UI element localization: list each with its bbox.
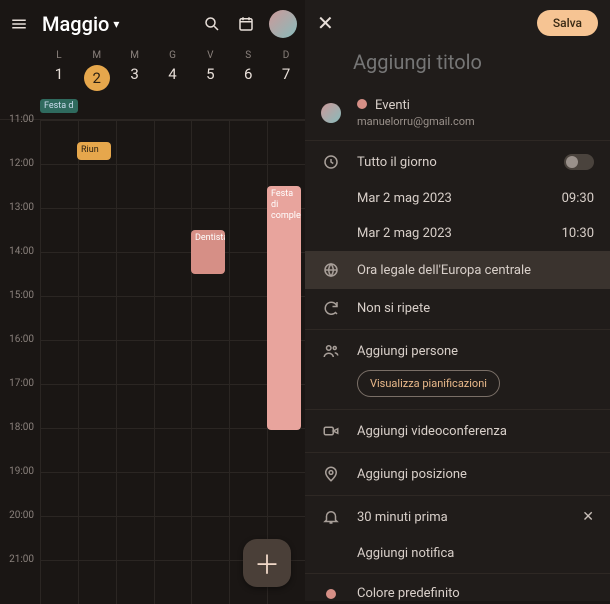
- allday-event[interactable]: Festa d: [40, 99, 78, 113]
- add-event-fab[interactable]: ＋: [243, 539, 291, 587]
- avatar-icon: [321, 103, 341, 123]
- allday-toggle-row[interactable]: Tutto il giorno: [305, 143, 610, 181]
- repeat-row[interactable]: Non si ripete: [305, 289, 610, 327]
- month-selector[interactable]: Maggio ▾: [42, 12, 119, 36]
- event-chip[interactable]: Riun: [77, 142, 111, 160]
- color-row[interactable]: Colore predefinito: [305, 576, 610, 601]
- location-icon: [321, 465, 341, 483]
- calendar-selector[interactable]: Eventi manuelorru@gmail.com: [305, 88, 610, 138]
- video-icon: [321, 422, 341, 440]
- day-col[interactable]: L1: [40, 50, 78, 91]
- view-schedules-button[interactable]: Visualizza pianificazioni: [357, 370, 500, 397]
- day-col[interactable]: V5: [191, 50, 229, 91]
- month-label: Maggio: [42, 12, 109, 36]
- globe-icon: [321, 261, 341, 279]
- day-header: L1 M2 M3 G4 V5 S6 D7: [0, 46, 305, 99]
- clock-icon: [321, 153, 341, 171]
- menu-icon[interactable]: [8, 13, 30, 35]
- close-icon[interactable]: ✕: [317, 11, 341, 35]
- event-chip[interactable]: Dentista: [191, 230, 225, 274]
- avatar[interactable]: [269, 10, 297, 38]
- video-row[interactable]: Aggiungi videoconferenza: [305, 412, 610, 450]
- today-icon[interactable]: [235, 13, 257, 35]
- calendar-grid[interactable]: 11:00 12:00 13:00 14:00 15:00 16:00 17:0…: [0, 119, 305, 604]
- add-people-row[interactable]: Aggiungi persone: [305, 332, 610, 370]
- day-col[interactable]: S6: [229, 50, 267, 91]
- people-icon: [321, 342, 341, 360]
- day-col[interactable]: M2: [78, 50, 116, 91]
- day-col[interactable]: M3: [116, 50, 154, 91]
- calendar-color-dot: [357, 99, 367, 109]
- allday-toggle[interactable]: [564, 154, 594, 170]
- event-chip[interactable]: Festa di compleanno: [267, 186, 301, 430]
- event-title-input[interactable]: [305, 46, 610, 88]
- remove-reminder-icon[interactable]: ✕: [582, 509, 594, 525]
- repeat-icon: [321, 299, 341, 317]
- location-row[interactable]: Aggiungi posizione: [305, 455, 610, 493]
- bell-icon: [321, 508, 341, 526]
- color-dot-icon: [321, 589, 341, 599]
- day-col[interactable]: G4: [154, 50, 192, 91]
- timezone-row[interactable]: Ora legale dell'Europa centrale: [305, 251, 610, 289]
- save-button[interactable]: Salva: [537, 10, 598, 36]
- add-reminder-row[interactable]: Aggiungi notifica: [305, 536, 610, 571]
- reminder-row[interactable]: 30 minuti prima ✕: [305, 498, 610, 536]
- day-col[interactable]: D7: [267, 50, 305, 91]
- search-icon[interactable]: [201, 13, 223, 35]
- end-datetime[interactable]: Mar 2 mag 2023 10:30: [305, 216, 610, 251]
- start-datetime[interactable]: Mar 2 mag 2023 09:30: [305, 181, 610, 216]
- chevron-down-icon: ▾: [113, 17, 119, 31]
